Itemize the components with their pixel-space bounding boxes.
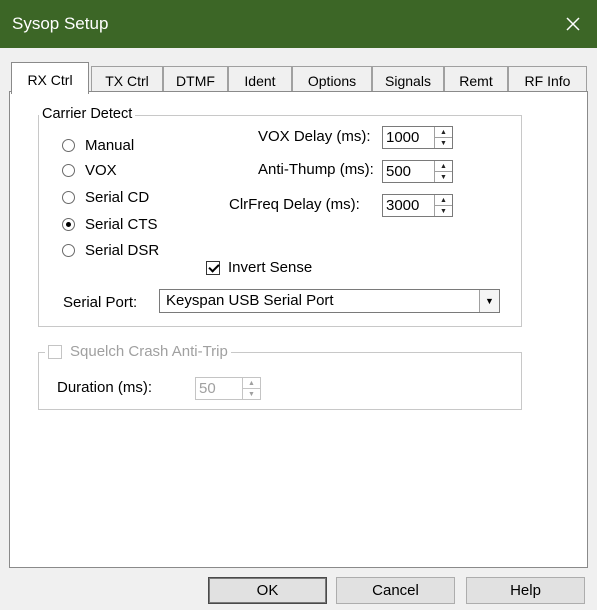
- radio-label: Serial CTS: [85, 216, 158, 233]
- spin-up-icon[interactable]: ▲: [435, 161, 452, 172]
- close-icon: [566, 17, 580, 31]
- duration-spinbox: 50 ▲ ▼: [195, 377, 261, 400]
- duration-value: 50: [199, 380, 216, 397]
- tab-rf-info[interactable]: RF Info: [508, 66, 587, 92]
- radio-serial-dsr[interactable]: Serial DSR: [62, 242, 159, 259]
- radio-label: VOX: [85, 162, 117, 179]
- squelch-checkbox[interactable]: Squelch Crash Anti-Trip: [45, 343, 231, 360]
- anti-thump-spinbox[interactable]: 500 ▲ ▼: [382, 160, 453, 183]
- clrfreq-delay-label: ClrFreq Delay (ms):: [229, 196, 360, 213]
- close-button[interactable]: [549, 0, 597, 48]
- serial-port-dropdown[interactable]: Keyspan USB Serial Port ▼: [159, 289, 500, 313]
- spin-up-icon[interactable]: ▲: [435, 195, 452, 206]
- radio-dot: [62, 164, 75, 177]
- radio-serial-cd[interactable]: Serial CD: [62, 189, 149, 206]
- tab-ident[interactable]: Ident: [228, 66, 292, 92]
- help-button[interactable]: Help: [466, 577, 585, 604]
- ok-button[interactable]: OK: [208, 577, 327, 604]
- invert-sense-checkbox[interactable]: Invert Sense: [206, 259, 312, 276]
- serial-port-label: Serial Port:: [63, 294, 138, 311]
- carrier-detect-title: Carrier Detect: [39, 106, 136, 122]
- spin-down-icon[interactable]: ▼: [435, 172, 452, 182]
- tab-signals[interactable]: Signals: [372, 66, 444, 92]
- radio-dot: [62, 191, 75, 204]
- vox-delay-label: VOX Delay (ms):: [258, 128, 371, 145]
- vox-delay-value[interactable]: 1000: [383, 127, 434, 148]
- radio-dot: [62, 139, 75, 152]
- radio-manual[interactable]: Manual: [62, 137, 134, 154]
- spin-up-icon: ▲: [243, 378, 260, 389]
- spin-down-icon[interactable]: ▼: [435, 138, 452, 148]
- radio-label: Manual: [85, 137, 135, 154]
- tab-tx-ctrl[interactable]: TX Ctrl: [91, 66, 163, 92]
- spin-down-icon[interactable]: ▼: [435, 206, 452, 216]
- radio-dot: [62, 244, 75, 257]
- clrfreq-delay-spinbox[interactable]: 3000 ▲ ▼: [382, 194, 453, 217]
- radio-label: Serial CD: [85, 189, 150, 206]
- chevron-down-icon[interactable]: ▼: [479, 290, 499, 312]
- checkmark-icon: [206, 260, 220, 275]
- anti-thump-label: Anti-Thump (ms):: [258, 161, 374, 178]
- duration-label: Duration (ms):: [57, 379, 153, 396]
- squelch-label: Squelch Crash Anti-Trip: [70, 343, 228, 360]
- spin-down-icon: ▼: [248, 390, 255, 398]
- vox-delay-spinbox[interactable]: 1000 ▲ ▼: [382, 126, 453, 149]
- tab-rx-ctrl[interactable]: RX Ctrl: [11, 62, 89, 94]
- radio-serial-cts[interactable]: Serial CTS: [62, 216, 158, 233]
- window-title: Sysop Setup: [12, 14, 109, 33]
- radio-dot-selected: [62, 218, 75, 231]
- cancel-button[interactable]: Cancel: [336, 577, 455, 604]
- clrfreq-delay-value[interactable]: 3000: [383, 195, 434, 216]
- tab-options[interactable]: Options: [292, 66, 372, 92]
- tab-remt[interactable]: Remt: [444, 66, 508, 92]
- tab-dtmf[interactable]: DTMF: [163, 66, 228, 92]
- anti-thump-value[interactable]: 500: [383, 161, 434, 182]
- serial-port-value[interactable]: Keyspan USB Serial Port: [160, 290, 479, 312]
- checkbox-icon: [48, 344, 62, 359]
- tab-panel-rx-ctrl: Carrier Detect Manual VOX Serial CD Seri…: [9, 91, 588, 568]
- invert-sense-label: Invert Sense: [228, 259, 313, 276]
- radio-vox[interactable]: VOX: [62, 162, 117, 179]
- radio-label: Serial DSR: [85, 242, 160, 259]
- spin-up-icon[interactable]: ▲: [435, 127, 452, 138]
- title-bar: Sysop Setup: [0, 0, 597, 48]
